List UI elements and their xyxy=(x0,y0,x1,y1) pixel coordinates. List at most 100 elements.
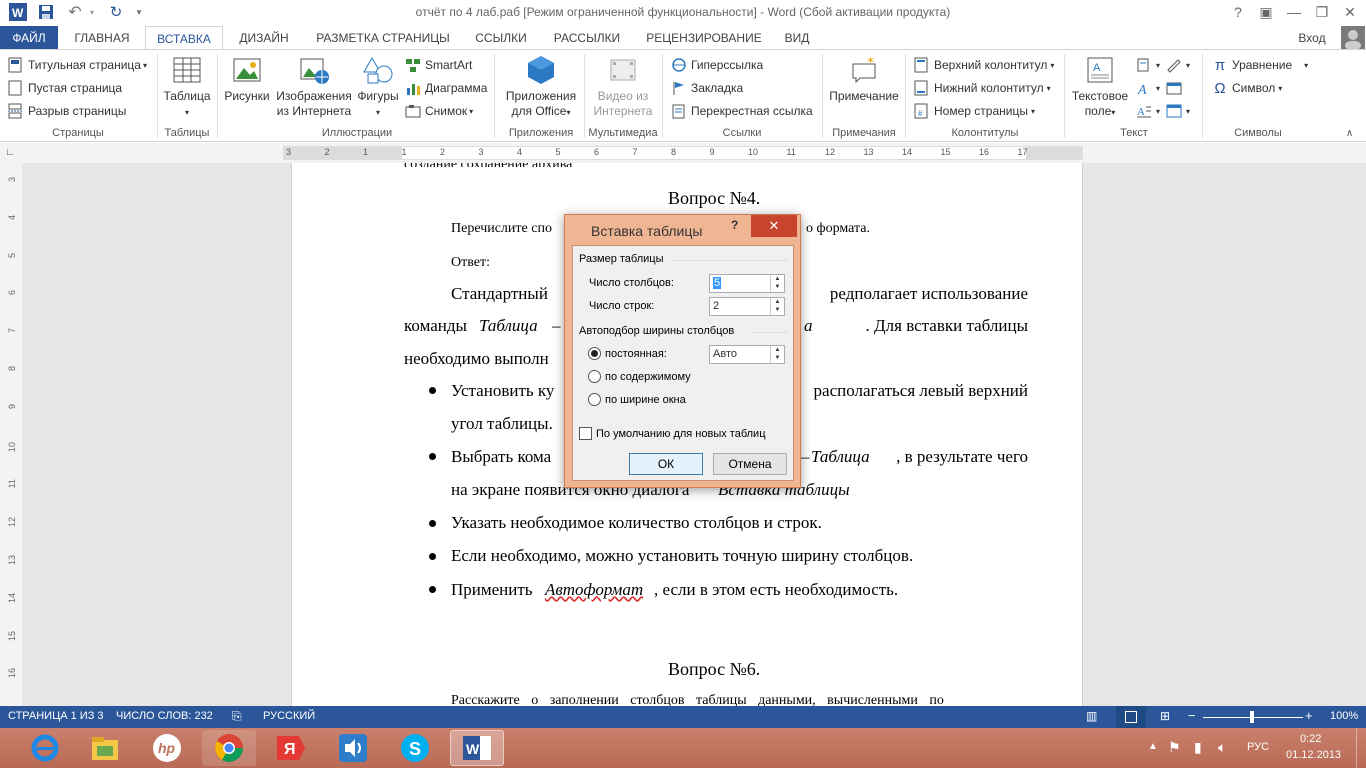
internet-explorer-icon[interactable] xyxy=(18,730,72,766)
zoom-out-button[interactable]: − xyxy=(1188,708,1196,723)
apps-for-office-button[interactable]: Приложения для Office▾ xyxy=(500,54,582,120)
ok-button[interactable]: ОК xyxy=(629,453,703,475)
minimize-button[interactable]: — xyxy=(1280,0,1308,24)
zoom-thumb[interactable] xyxy=(1250,711,1254,723)
video-icon xyxy=(607,54,639,86)
quick-parts-icon[interactable]: ▾ xyxy=(1136,55,1160,75)
tab-view[interactable]: ВИД xyxy=(776,26,818,50)
yandex-icon[interactable]: Я xyxy=(264,730,318,766)
clock-time[interactable]: 0:22 xyxy=(1300,733,1321,745)
equation-button[interactable]: π Уравнение ▾ xyxy=(1212,55,1308,75)
collapse-ribbon-icon[interactable]: ∧ xyxy=(1346,128,1353,139)
table-button[interactable]: Таблица ▾ xyxy=(162,54,212,120)
hyperlink-button[interactable]: Гиперссылка xyxy=(671,55,763,75)
skype-icon[interactable]: S xyxy=(388,730,442,766)
horizontal-ruler[interactable]: 3 2 1 1 2 3 4 5 6 7 8 9 10 11 12 13 14 15 16 17 xyxy=(283,146,1083,160)
help-button[interactable]: ? xyxy=(1224,0,1252,24)
online-pictures-button[interactable]: Изображения из Интернета xyxy=(274,54,354,119)
spinner-arrows-icon[interactable]: ▲ ▼ xyxy=(770,346,784,363)
clock-date[interactable]: 01.12.2013 xyxy=(1286,749,1341,761)
tab-insert[interactable]: ВСТАВКА xyxy=(145,26,223,50)
tab-design[interactable]: ДИЗАЙН xyxy=(228,26,300,50)
group-label-apps: Приложения xyxy=(508,127,574,139)
shapes-button[interactable]: Фигуры ▾ xyxy=(354,54,402,120)
tab-references[interactable]: ССЫЛКИ xyxy=(466,26,536,50)
object-icon[interactable]: ▾ xyxy=(1166,101,1190,121)
chrome-icon[interactable] xyxy=(202,730,256,766)
print-layout-icon[interactable] xyxy=(1116,706,1146,728)
ruler-tick: 14 xyxy=(902,147,913,157)
drop-cap-icon[interactable]: A ▾ xyxy=(1136,101,1160,121)
rows-spinner[interactable]: 2 ▲ ▼ xyxy=(709,297,785,316)
audio-player-icon[interactable] xyxy=(326,730,380,766)
column-width-value[interactable]: Авто xyxy=(713,348,737,360)
pictures-button[interactable]: Рисунки xyxy=(222,54,272,104)
network-icon[interactable]: ▮ xyxy=(1194,739,1202,756)
word-count[interactable]: ЧИСЛО СЛОВ: 232 xyxy=(116,710,213,722)
vertical-ruler[interactable]: 3 4 5 6 7 8 9 10 11 12 13 14 15 16 xyxy=(0,163,22,706)
restore-button[interactable]: ❐ xyxy=(1308,0,1336,24)
fixed-width-radio[interactable] xyxy=(588,347,601,360)
dialog-close-button[interactable]: ✕ xyxy=(751,215,797,237)
show-desktop-button[interactable] xyxy=(1356,728,1366,768)
dialog-help-button[interactable]: ? xyxy=(731,218,738,232)
spinner-arrows-icon[interactable]: ▲ ▼ xyxy=(770,298,784,315)
column-width-spinner[interactable]: Авто ▲ ▼ xyxy=(709,345,785,364)
action-center-icon[interactable]: ⚑ xyxy=(1168,739,1181,756)
zoom-level[interactable]: 100% xyxy=(1330,710,1358,722)
footer-button[interactable]: Нижний колонтитул ▾ xyxy=(914,78,1051,98)
rows-value[interactable]: 2 xyxy=(713,300,719,312)
autofit-contents-radio[interactable] xyxy=(588,370,601,383)
ribbon-display-icon[interactable]: ▣ xyxy=(1252,0,1280,24)
symbol-button[interactable]: Ω Символ ▾ xyxy=(1212,78,1282,98)
proofing-icon[interactable]: ⎘ xyxy=(232,709,242,724)
smartart-button[interactable]: SmartArt xyxy=(405,55,472,75)
screenshot-button[interactable]: Снимок ▾ xyxy=(405,101,473,121)
online-video-button[interactable]: Видео из Интернета xyxy=(588,54,658,119)
web-layout-icon[interactable]: ⊞ xyxy=(1160,709,1170,723)
header-button[interactable]: Верхний колонтитул ▾ xyxy=(914,55,1054,75)
wordart-icon[interactable]: A ▾ xyxy=(1136,78,1160,98)
tab-home[interactable]: ГЛАВНАЯ xyxy=(64,26,140,50)
title-page-button[interactable]: Титульная страница ▾ xyxy=(8,55,147,75)
autofit-window-radio[interactable] xyxy=(588,393,601,406)
page-counter[interactable]: СТРАНИЦА 1 ИЗ 3 xyxy=(8,710,104,722)
date-time-icon[interactable] xyxy=(1166,78,1182,98)
language-indicator[interactable]: РУССКИЙ xyxy=(263,710,315,722)
tab-page-layout[interactable]: РАЗМЕТКА СТРАНИЦЫ xyxy=(306,26,460,50)
file-explorer-icon[interactable] xyxy=(78,730,132,766)
cross-reference-button[interactable]: Перекрестная ссылка xyxy=(671,101,813,121)
columns-spinner[interactable]: 5 ▲ ▼ xyxy=(709,274,785,293)
separator xyxy=(751,332,787,333)
spinner-arrows-icon[interactable]: ▲ ▼ xyxy=(770,275,784,292)
avatar[interactable] xyxy=(1341,26,1365,50)
word-taskbar-icon[interactable]: W xyxy=(450,730,504,766)
screenshot-icon xyxy=(405,103,421,119)
show-hidden-icons-icon[interactable]: ▲ xyxy=(1148,741,1158,752)
remember-default-checkbox[interactable] xyxy=(579,427,592,440)
tab-review[interactable]: РЕЦЕНЗИРОВАНИЕ xyxy=(638,26,770,50)
new-comment-button[interactable]: ✶ Примечание xyxy=(826,54,902,104)
tab-selector-icon[interactable]: ∟ xyxy=(5,147,17,159)
zoom-in-button[interactable]: + xyxy=(1305,708,1313,723)
cancel-button[interactable]: Отмена xyxy=(713,453,787,475)
blank-page-button[interactable]: Пустая страница xyxy=(8,78,122,98)
volume-icon[interactable]: 🔈︎ xyxy=(1218,739,1226,756)
ruler-tick: 14 xyxy=(7,592,17,603)
bookmark-button[interactable]: Закладка xyxy=(671,78,743,98)
read-mode-icon[interactable]: ▥ xyxy=(1086,709,1097,723)
page-break-button[interactable]: Разрыв страницы xyxy=(8,101,126,121)
tab-mailings[interactable]: РАССЫЛКИ xyxy=(542,26,632,50)
bullet-icon xyxy=(429,453,436,460)
tab-file[interactable]: ФАЙЛ xyxy=(0,26,58,50)
page-number-button[interactable]: # Номер страницы ▾ xyxy=(914,101,1035,121)
columns-value[interactable]: 5 xyxy=(713,277,722,289)
sign-in-link[interactable]: Вход xyxy=(1290,26,1334,50)
hp-icon[interactable]: hp xyxy=(140,730,194,766)
keyboard-language[interactable]: РУС xyxy=(1247,741,1269,753)
chart-button[interactable]: Диаграмма xyxy=(405,78,487,98)
close-button[interactable]: ✕ xyxy=(1336,0,1364,24)
text-box-button[interactable]: A Текстовое поле▾ xyxy=(1068,54,1132,120)
signature-line-icon[interactable]: ▾ xyxy=(1166,55,1190,75)
blank-page-icon xyxy=(8,80,24,96)
